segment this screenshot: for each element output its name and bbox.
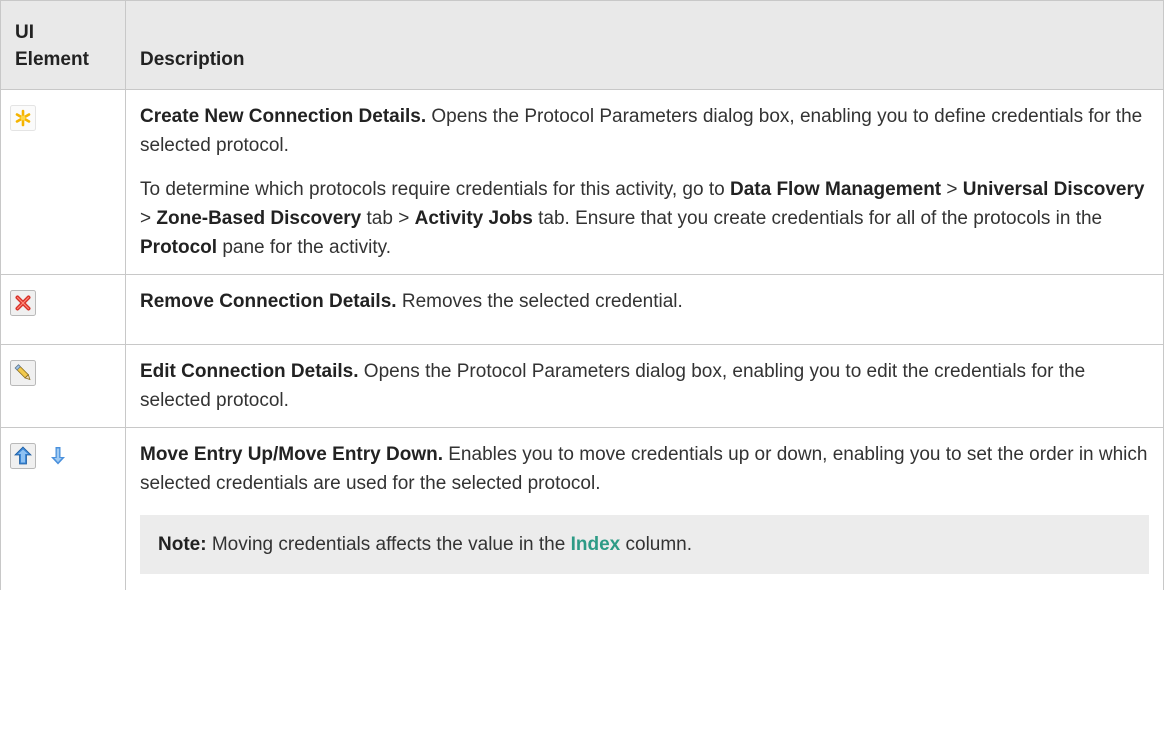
bold-span: Protocol — [140, 237, 218, 258]
text-span: tab. Ensure that you create credentials … — [532, 208, 1103, 229]
note-text: Moving credentials affects the value in … — [206, 534, 571, 555]
description-cell: Move Entry Up/Move Entry Down. Enables y… — [125, 427, 1164, 590]
description-cell: Remove Connection Details. Removes the s… — [125, 274, 1164, 345]
ui-element-cell — [0, 274, 126, 345]
row-title: Move Entry Up/Move Entry Down. — [140, 444, 443, 465]
bold-span: Zone-Based Discovery — [156, 208, 362, 229]
table-row: Edit Connection Details. Opens the Proto… — [0, 344, 1164, 428]
row-paragraph: To determine which protocols require cre… — [140, 175, 1149, 262]
table-row: Remove Connection Details. Removes the s… — [0, 274, 1164, 345]
bold-span: Activity Jobs — [414, 208, 533, 229]
ui-element-cell — [0, 89, 126, 275]
note-text: column. — [620, 534, 693, 555]
table-row: Create New Connection Details. Opens the… — [0, 89, 1164, 275]
bold-span: Data Flow Management — [729, 179, 942, 200]
text-span: pane for the activity. — [217, 237, 391, 258]
note-box: Note: Moving credentials affects the val… — [140, 515, 1149, 574]
description-cell: Create New Connection Details. Opens the… — [125, 89, 1164, 275]
description-cell: Edit Connection Details. Opens the Proto… — [125, 344, 1164, 428]
header-description: Description — [125, 0, 1164, 90]
text-span: tab > — [361, 208, 415, 229]
arrow-down-icon[interactable] — [45, 443, 71, 469]
table-header-row: UI Element Description — [0, 0, 1164, 90]
arrow-up-icon[interactable] — [10, 443, 36, 469]
text-span: To determine which protocols require cre… — [140, 179, 730, 200]
ui-element-cell — [0, 427, 126, 590]
index-link[interactable]: Index — [571, 534, 621, 555]
separator: > — [941, 179, 963, 200]
bold-span: Universal Discovery — [962, 179, 1145, 200]
table-row: Move Entry Up/Move Entry Down. Enables y… — [0, 427, 1164, 590]
separator: > — [140, 208, 157, 229]
asterisk-icon[interactable] — [10, 105, 36, 131]
note-label: Note: — [158, 534, 207, 555]
row-text: Removes the selected credential. — [396, 291, 683, 312]
pencil-icon[interactable] — [10, 360, 36, 386]
ui-elements-table: UI Element Description Create New Connec… — [0, 0, 1164, 590]
row-title: Create New Connection Details. — [140, 106, 427, 127]
row-title: Edit Connection Details. — [140, 361, 359, 382]
red-x-icon[interactable] — [10, 290, 36, 316]
ui-element-cell — [0, 344, 126, 428]
row-title: Remove Connection Details. — [140, 291, 397, 312]
header-ui-element: UI Element — [0, 0, 126, 90]
